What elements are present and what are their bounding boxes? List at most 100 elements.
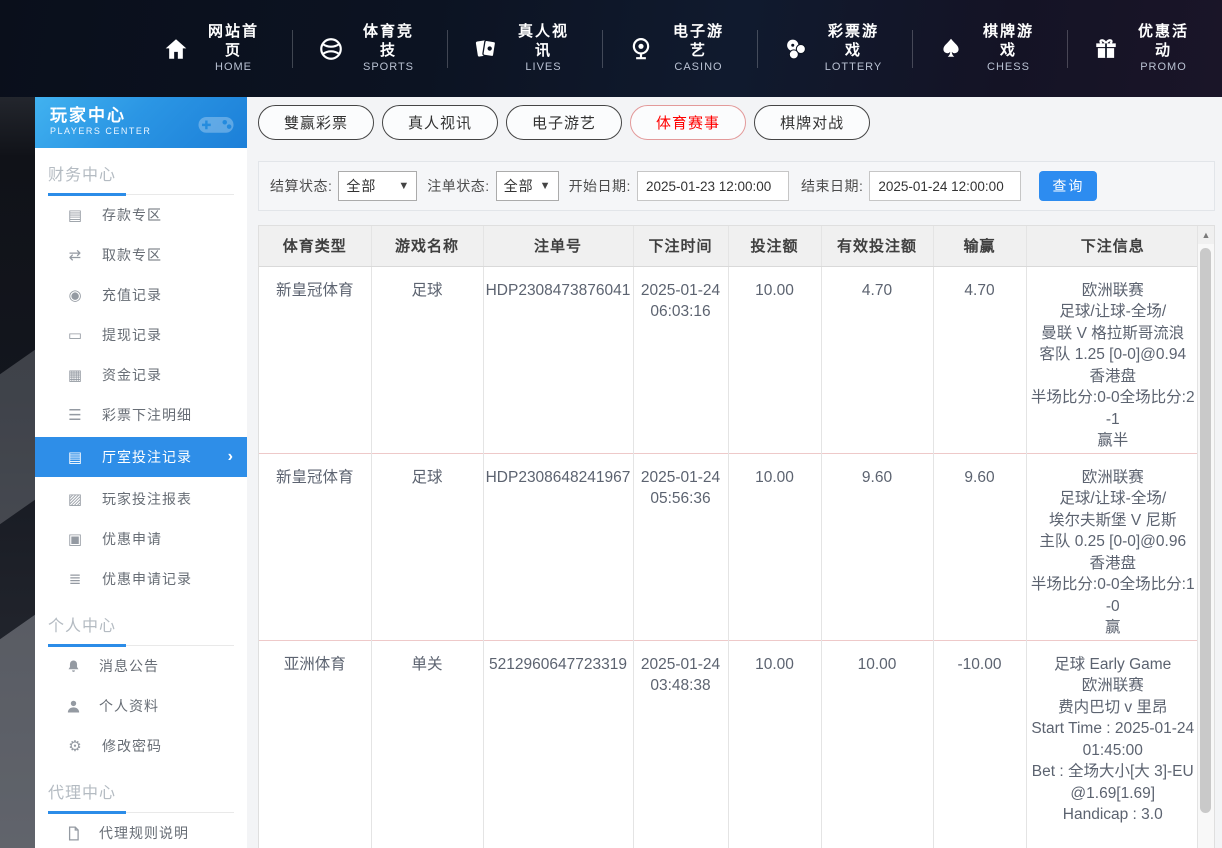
- table-column-header: 输赢: [933, 226, 1026, 266]
- sports-ball-icon: [318, 36, 344, 62]
- scrollbar-thumb[interactable]: [1200, 248, 1211, 813]
- sidebar-section-title: 财务中心: [48, 161, 234, 195]
- sidebar-item-funds-record[interactable]: ▦资金记录: [35, 355, 247, 395]
- nav-item-lottery[interactable]: 彩票游戏LOTTERY: [758, 22, 912, 75]
- nav-item-label-zh: 棋牌游戏: [975, 22, 1042, 60]
- nav-item-sports[interactable]: 体育竞技SPORTS: [293, 22, 447, 75]
- nav-item-chess[interactable]: 棋牌游戏CHESS: [913, 22, 1067, 75]
- message-bell-icon: [65, 658, 82, 675]
- sidebar-section-title: 个人中心: [48, 612, 234, 646]
- sidebar-header: 玩家中心 PLAYERS CENTER: [35, 97, 247, 148]
- table-scrollbar[interactable]: ▲: [1197, 226, 1214, 848]
- search-button[interactable]: 查询: [1039, 171, 1097, 201]
- scrollbar-up-arrow-icon[interactable]: ▲: [1198, 226, 1214, 244]
- nav-item-text: 棋牌游戏CHESS: [975, 22, 1042, 75]
- cell-bet-time: 2025-01-24 06:03:16: [633, 266, 728, 453]
- nav-item-lives[interactable]: 真人视讯LIVES: [448, 22, 602, 75]
- sidebar-item-messages[interactable]: 消息公告: [35, 646, 247, 686]
- nav-item-label-zh: 电子游艺: [665, 22, 732, 60]
- table-row: 亚洲体育单关52129606477233192025-01-24 03:48:3…: [259, 640, 1199, 848]
- nav-item-label-en: SPORTS: [355, 60, 422, 75]
- sidebar-item-withdraw[interactable]: ⇄ 取款专区: [35, 235, 247, 275]
- tab-lottery-win[interactable]: 雙赢彩票: [258, 105, 374, 140]
- sidebar-item-deposit[interactable]: ▤存款专区: [35, 195, 247, 235]
- sidebar-item-profile[interactable]: 个人资料: [35, 686, 247, 726]
- cell-bet-amount: 10.00: [728, 453, 821, 640]
- cell-valid-amount: 4.70: [821, 266, 933, 453]
- cell-bet-amount: 10.00: [728, 640, 821, 848]
- nav-items: 网站首页HOME 体育竞技SPORTS 真人视讯LIVES 电子游艺CASINO 彩票游…: [138, 22, 1222, 75]
- sidebar-item-label: 彩票下注明细: [102, 405, 192, 425]
- table-column-header: 下注时间: [633, 226, 728, 266]
- bet-records-table: 体育类型游戏名称注单号下注时间投注额有效投注额输赢下注信息 新皇冠体育足球HDP…: [259, 226, 1199, 848]
- main-content: 雙赢彩票真人视讯电子游艺体育赛事棋牌对战 结算状态: 全部 ▼ 注单状态: 全部…: [258, 97, 1215, 848]
- sidebar-item-promo-apply[interactable]: ▣ 优惠申请: [35, 519, 247, 559]
- cell-bet-amount: 10.00: [728, 266, 821, 453]
- sidebar-item-label: 优惠申请: [102, 529, 162, 549]
- background-shape: [0, 597, 35, 848]
- sidebar-item-recharge-record[interactable]: ◉充值记录: [35, 275, 247, 315]
- password-gear-icon: ⚙: [65, 737, 85, 755]
- cell-bet-info: 足球 Early Game 欧洲联赛 费内巴切 v 里昂 Start Time …: [1026, 640, 1199, 848]
- sidebar-item-player-bet-report[interactable]: ▨玩家投注报表: [35, 479, 247, 519]
- table-column-header: 注单号: [483, 226, 633, 266]
- background-strip: [0, 97, 35, 848]
- sidebar-item-label: 厅室投注记录: [102, 447, 192, 467]
- settle-status-select[interactable]: 全部 ▼: [338, 171, 417, 201]
- table-column-header: 投注额: [728, 226, 821, 266]
- agent-doc-icon: [65, 825, 82, 842]
- sidebar-item-promo-apply-record[interactable]: ≣优惠申请记录: [35, 559, 247, 599]
- sidebar-sections: 财务中心▤存款专区 ⇄ 取款专区 ◉充值记录▭提现记录▦资金记录☰彩票下注明细▤厅室投…: [35, 161, 247, 848]
- withdrawal-record-icon: ▭: [65, 326, 85, 344]
- cell-bet-id: 5212960647723319: [483, 640, 633, 848]
- sidebar-item-lottery-bet-detail[interactable]: ☰彩票下注明细: [35, 395, 247, 435]
- cell-valid-amount: 10.00: [821, 640, 933, 848]
- promo-apply-icon: ▣: [65, 530, 85, 548]
- cell-win-loss: 9.60: [933, 453, 1026, 640]
- tab-board-games[interactable]: 棋牌对战: [754, 105, 870, 140]
- nav-item-label-zh: 彩票游戏: [820, 22, 887, 60]
- nav-item-text: 网站首页HOME: [200, 22, 267, 75]
- sidebar-section-title: 代理中心: [48, 779, 234, 813]
- cell-game-name: 足球: [371, 266, 483, 453]
- sidebar-item-change-password[interactable]: ⚙修改密码: [35, 726, 247, 766]
- sidebar-item-label: 取款专区: [102, 245, 162, 265]
- tab-live-video[interactable]: 真人视讯: [382, 105, 498, 140]
- nav-item-promo[interactable]: 优惠活动PROMO: [1068, 22, 1222, 75]
- top-navbar: 网站首页HOME 体育竞技SPORTS 真人视讯LIVES 电子游艺CASINO 彩票游…: [0, 0, 1222, 97]
- cell-win-loss: 4.70: [933, 266, 1026, 453]
- end-date-input[interactable]: [869, 171, 1021, 201]
- sidebar-item-hall-bet-record[interactable]: ▤厅室投注记录›: [35, 437, 247, 477]
- order-status-select[interactable]: 全部 ▼: [496, 171, 559, 201]
- sidebar-item-label: 消息公告: [99, 656, 159, 676]
- gift-icon: [1093, 36, 1119, 62]
- start-date-label: 开始日期:: [569, 176, 631, 196]
- withdraw-hand-icon: ⇄: [65, 246, 85, 264]
- background-shape: [0, 332, 35, 542]
- nav-item-label-en: CHESS: [975, 60, 1042, 75]
- nav-item-label-en: LIVES: [510, 60, 577, 75]
- table-row: 新皇冠体育足球HDP23084738760412025-01-24 06:03:…: [259, 266, 1199, 453]
- nav-item-text: 电子游艺CASINO: [665, 22, 732, 75]
- table-column-header: 体育类型: [259, 226, 371, 266]
- spade-icon: [938, 36, 964, 62]
- cell-bet-time: 2025-01-24 03:48:38: [633, 640, 728, 848]
- funds-record-icon: ▦: [65, 366, 85, 384]
- nav-item-home[interactable]: 网站首页HOME: [138, 22, 292, 75]
- tab-sports-events[interactable]: 体育赛事: [630, 105, 746, 140]
- sidebar-item-agent-rules[interactable]: 代理规则说明: [35, 813, 247, 848]
- nav-item-casino[interactable]: 电子游艺CASINO: [603, 22, 757, 75]
- sidebar-item-withdraw-record[interactable]: ▭提现记录: [35, 315, 247, 355]
- sidebar-item-label: 充值记录: [102, 285, 162, 305]
- playing-cards-icon: [473, 36, 499, 62]
- table-body: 新皇冠体育足球HDP23084738760412025-01-24 06:03:…: [259, 266, 1199, 848]
- order-status-label: 注单状态:: [427, 176, 489, 196]
- start-date-input[interactable]: [637, 171, 789, 201]
- settle-status-label: 结算状态:: [270, 176, 332, 196]
- cell-valid-amount: 9.60: [821, 453, 933, 640]
- nav-item-text: 真人视讯LIVES: [510, 22, 577, 75]
- tab-e-games[interactable]: 电子游艺: [506, 105, 622, 140]
- lottery-balls-icon: [783, 36, 809, 62]
- nav-item-label-zh: 真人视讯: [510, 22, 577, 60]
- nav-item-label-en: LOTTERY: [820, 60, 887, 75]
